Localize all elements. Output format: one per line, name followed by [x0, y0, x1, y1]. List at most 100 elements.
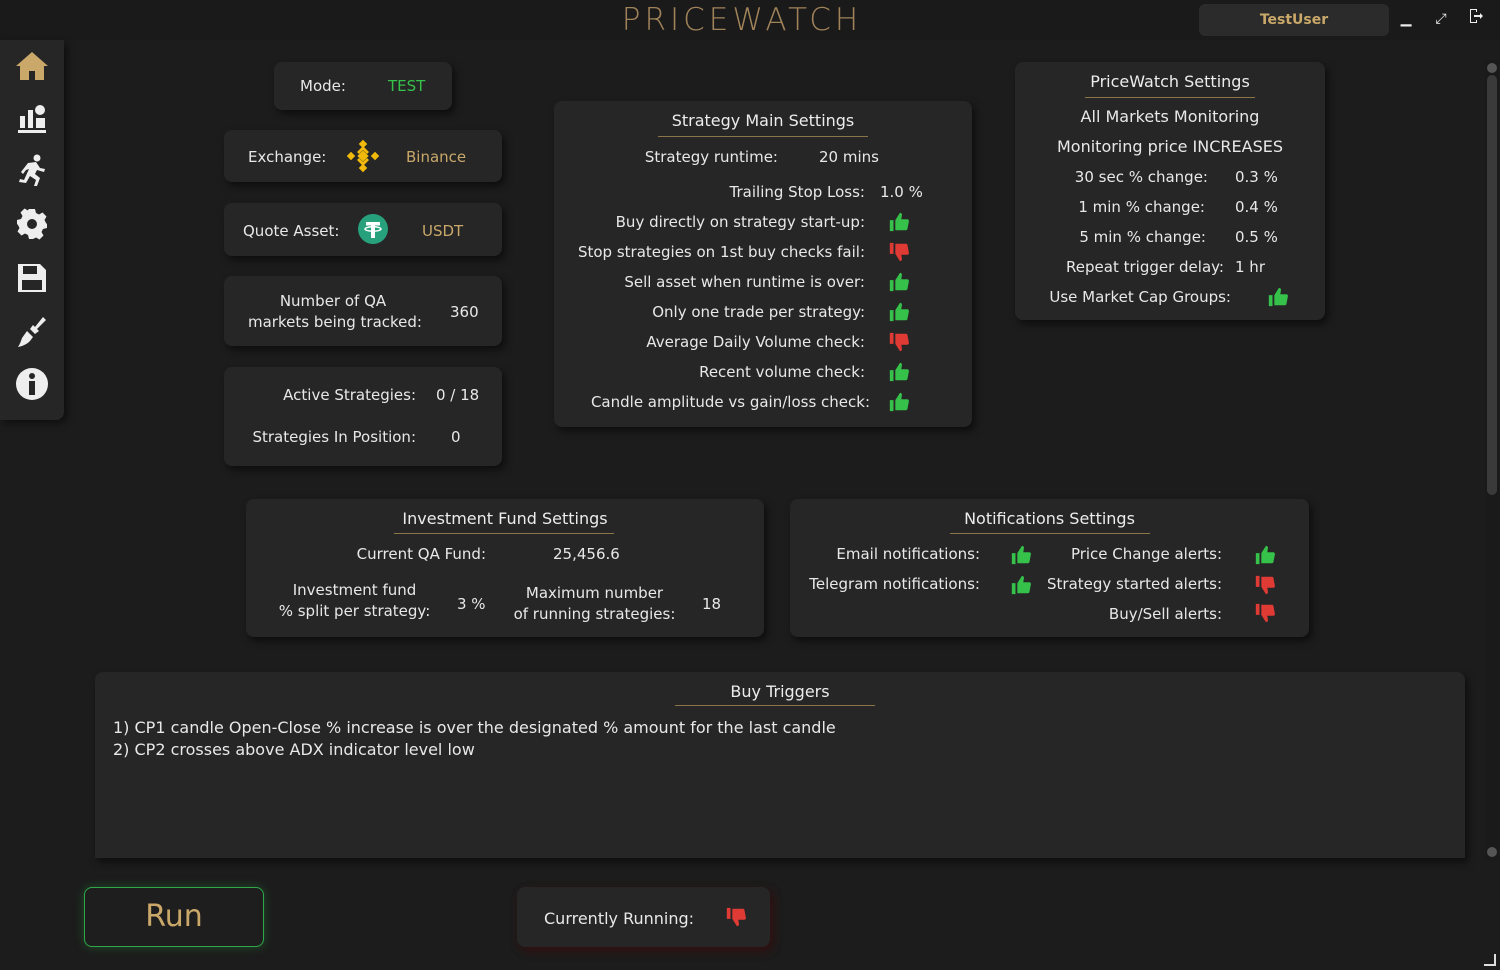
- quote-asset-label: Quote Asset:: [243, 222, 340, 240]
- max-strategies-label-line2: of running strategies:: [513, 605, 676, 623]
- strategies-in-position-value: 0: [451, 428, 461, 446]
- strategy-check-label: Sell asset when runtime is over:: [624, 273, 865, 291]
- exchange-label: Exchange:: [248, 148, 327, 166]
- current-fund-value: 25,456.6: [553, 545, 620, 563]
- market-cap-groups-label: Use Market Cap Groups:: [1049, 288, 1231, 306]
- minimize-icon[interactable]: ▁: [1396, 8, 1416, 30]
- strategy-check-label: Average Daily Volume check:: [646, 333, 865, 351]
- thumbs-up-icon[interactable]: [888, 271, 910, 293]
- strategy-main-settings-card: Strategy Main Settings Strategy runtime:…: [554, 101, 972, 427]
- thumbs-down-icon[interactable]: [888, 331, 910, 353]
- trailing-stop-value: 1.0 %: [880, 183, 923, 201]
- stats-icon[interactable]: [14, 100, 50, 136]
- thumbs-up-icon[interactable]: [888, 391, 910, 413]
- scroll-up-button[interactable]: [1487, 63, 1497, 73]
- buy-sell-alerts-label: Buy/Sell alerts:: [1108, 605, 1222, 623]
- buy-trigger-line-1: 1) CP1 candle Open-Close % increase is o…: [113, 718, 836, 737]
- title-underline: [950, 533, 1150, 534]
- gear-icon[interactable]: [14, 206, 50, 242]
- scroll-down-button[interactable]: [1487, 847, 1497, 857]
- info-icon[interactable]: [14, 366, 50, 402]
- notifications-card: Notifications Settings Email notificatio…: [790, 499, 1309, 637]
- logout-icon[interactable]: [1466, 8, 1486, 30]
- strategies-in-position-label: Strategies In Position:: [252, 428, 416, 446]
- current-fund-label: Current QA Fund:: [356, 545, 486, 563]
- market-cap-groups-thumbs-up-icon[interactable]: [1267, 286, 1289, 308]
- max-strategies-value: 18: [702, 595, 722, 613]
- currently-running-card: Currently Running:: [517, 887, 770, 947]
- qa-markets-value: 360: [450, 303, 479, 321]
- split-label-line2: % split per strategy:: [278, 602, 431, 620]
- pricewatch-row-label: Repeat trigger delay:: [1066, 258, 1224, 276]
- telegram-notifications-label: Telegram notifications:: [809, 575, 980, 593]
- strategy-runtime-value: 20 mins: [819, 148, 879, 166]
- title-bar: PRICEWATCH TestUser ▁ ⤢: [0, 0, 1500, 40]
- price-change-alerts-label: Price Change alerts:: [1070, 545, 1222, 563]
- strategy-started-alerts-toggle-icon[interactable]: [1254, 574, 1276, 596]
- price-change-alerts-toggle-icon[interactable]: [1254, 544, 1276, 566]
- strategy-main-title: Strategy Main Settings: [671, 111, 855, 130]
- qa-markets-label-line2: markets being tracked:: [248, 313, 422, 331]
- pricewatch-row-value: 0.5 %: [1235, 228, 1278, 246]
- home-icon[interactable]: [14, 48, 50, 84]
- currently-running-label: Currently Running:: [544, 909, 695, 928]
- split-label-line1: Investment fund: [292, 581, 417, 599]
- run-button[interactable]: Run: [84, 887, 264, 947]
- investment-fund-title: Investment Fund Settings: [402, 509, 608, 528]
- exchange-card: Exchange: Binance: [224, 130, 502, 182]
- pricewatch-row-label: 1 min % change:: [1078, 198, 1205, 216]
- strategy-started-alerts-label: Strategy started alerts:: [1047, 575, 1222, 593]
- strategy-runtime-label: Strategy runtime:: [644, 148, 778, 166]
- thumbs-down-icon[interactable]: [888, 241, 910, 263]
- pricewatch-row-value: 0.4 %: [1235, 198, 1278, 216]
- thumbs-up-icon[interactable]: [888, 211, 910, 233]
- user-button[interactable]: TestUser: [1199, 4, 1389, 36]
- binance-icon: [346, 139, 380, 173]
- save-icon[interactable]: [14, 260, 50, 296]
- max-strategies-label-line1: Maximum number: [525, 584, 664, 602]
- pricewatch-line2: Monitoring price INCREASES: [1056, 137, 1283, 156]
- notifications-title: Notifications Settings: [964, 509, 1135, 528]
- tether-icon: [358, 214, 388, 244]
- title-underline: [394, 533, 614, 534]
- qa-markets-label-line1: Number of QA: [279, 292, 387, 310]
- strategy-check-label: Only one trade per strategy:: [652, 303, 865, 321]
- mode-value: TEST: [388, 77, 426, 95]
- thumbs-up-icon[interactable]: [888, 361, 910, 383]
- mode-card: Mode: TEST: [274, 62, 452, 110]
- strategies-card: Active Strategies: 0 / 18 Strategies In …: [224, 367, 502, 466]
- title-underline: [1085, 97, 1255, 98]
- running-icon[interactable]: [14, 152, 50, 188]
- currently-running-thumbs-down-icon: [725, 906, 747, 928]
- resize-grip[interactable]: [1484, 954, 1496, 966]
- strategy-check-label: Stop strategies on 1st buy checks fail:: [577, 243, 865, 261]
- sidebar: [0, 40, 64, 420]
- qa-markets-card: Number of QA markets being tracked: 360: [224, 276, 502, 346]
- investment-fund-card: Investment Fund Settings Current QA Fund…: [246, 499, 764, 637]
- pricewatch-row-value: 1 hr: [1235, 258, 1265, 276]
- active-strategies-label: Active Strategies:: [283, 386, 416, 404]
- strategy-check-label: Candle amplitude vs gain/loss check:: [590, 393, 870, 411]
- buy-triggers-panel: Buy Triggers 1) CP1 candle Open-Close % …: [95, 672, 1465, 858]
- buy-triggers-title: Buy Triggers: [730, 682, 830, 701]
- split-value: 3 %: [457, 595, 486, 613]
- mode-label: Mode:: [300, 77, 346, 95]
- pricewatch-row-label: 5 min % change:: [1079, 228, 1206, 246]
- exchange-value: Binance: [406, 148, 467, 166]
- title-underline: [675, 705, 875, 706]
- buy-sell-alerts-toggle-icon[interactable]: [1254, 602, 1276, 624]
- thumbs-up-icon[interactable]: [888, 301, 910, 323]
- trailing-stop-label: Trailing Stop Loss:: [729, 183, 865, 201]
- active-strategies-value: 0 / 18: [436, 386, 480, 404]
- pricewatch-settings-title: PriceWatch Settings: [1090, 72, 1250, 91]
- title-underline: [658, 136, 868, 137]
- quote-asset-card: Quote Asset: USDT: [224, 203, 502, 256]
- strategy-check-label: Recent volume check:: [699, 363, 865, 381]
- maximize-icon[interactable]: ⤢: [1431, 8, 1451, 30]
- strategy-check-label: Buy directly on strategy start-up:: [615, 213, 865, 231]
- scrollbar-thumb[interactable]: [1487, 75, 1497, 495]
- email-notifications-label: Email notifications:: [836, 545, 980, 563]
- pricewatch-line1: All Markets Monitoring: [1080, 107, 1260, 126]
- broom-icon[interactable]: [14, 314, 50, 350]
- quote-asset-value: USDT: [422, 222, 464, 240]
